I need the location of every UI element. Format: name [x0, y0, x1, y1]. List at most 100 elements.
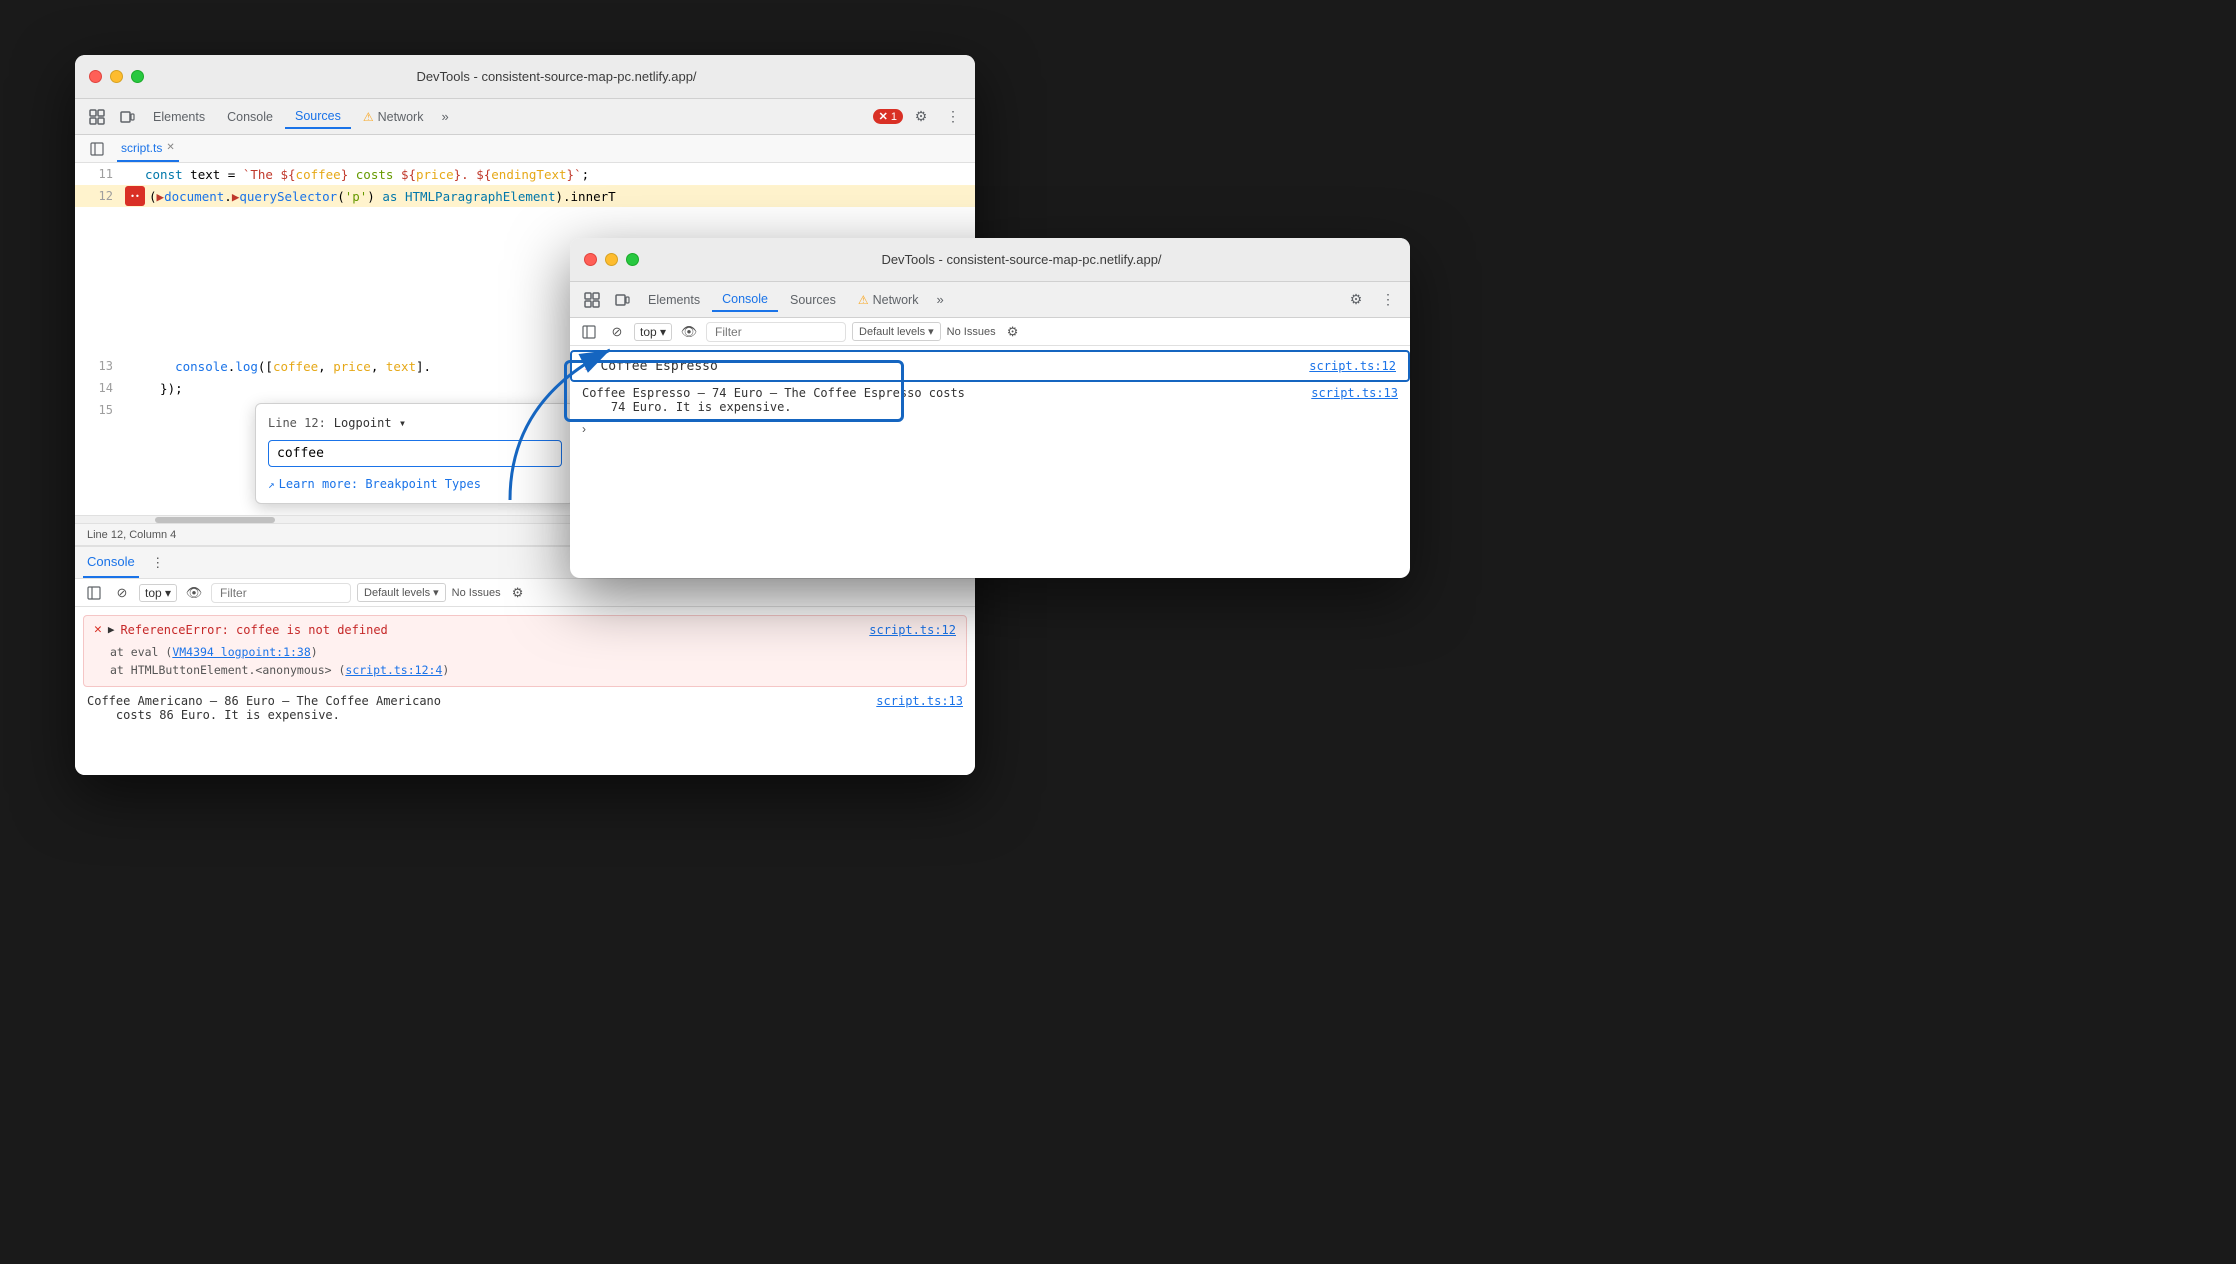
- maximize-button-front[interactable]: [626, 253, 639, 266]
- window-title-front: DevTools - consistent-source-map-pc.netl…: [647, 252, 1396, 267]
- coffee-espresso-text: Coffee Espresso: [600, 359, 717, 374]
- log-link-americano[interactable]: script.ts:13: [876, 694, 963, 722]
- learn-more-link[interactable]: ↗ Learn more: Breakpoint Types: [268, 477, 562, 491]
- top-selector-front[interactable]: top ▾: [634, 323, 672, 341]
- bp-popup-header: Line 12: Logpoint ▾: [268, 416, 562, 430]
- file-close-icon[interactable]: ✕: [166, 142, 174, 153]
- status-line-col: Line 12, Column 4: [87, 529, 176, 541]
- devtools-tabs-front: Elements Console Sources ⚠ Network » ⚙ ⋮: [570, 282, 1410, 318]
- tab-more-back[interactable]: »: [435, 105, 454, 128]
- more-icon-front[interactable]: ⋮: [1374, 286, 1402, 314]
- filter-input-back[interactable]: [211, 583, 351, 603]
- coffee-espresso-content: ☕ Coffee Espresso: [584, 358, 718, 374]
- settings-icon-console-front[interactable]: ⚙: [1002, 321, 1024, 343]
- warning-icon-front: ⚠: [858, 293, 869, 307]
- error-circle-icon: ✕: [94, 622, 102, 637]
- inspector-icon[interactable]: [83, 103, 111, 131]
- bp-line-label: Line 12:: [268, 416, 326, 430]
- device-icon[interactable]: [113, 103, 141, 131]
- bp-type-select[interactable]: Logpoint ▾: [334, 416, 406, 430]
- close-button-back[interactable]: [89, 70, 102, 83]
- titlebar-back: DevTools - consistent-source-map-pc.netl…: [75, 55, 975, 99]
- error-stack: at eval (VM4394 logpoint:1:38) at HTMLBu…: [94, 643, 449, 680]
- sidebar-toggle-icon[interactable]: [83, 135, 111, 163]
- levels-button-back[interactable]: Default levels ▾: [357, 583, 446, 602]
- console-output-back: ✕ ▶ ReferenceError: coffee is not define…: [75, 607, 975, 775]
- console-more-icon[interactable]: ⋮: [147, 552, 169, 574]
- console-filter-row-back: ⊘ top ▾ 👁 Default levels ▾ No Issues ⚙: [75, 579, 975, 607]
- more-icon-back[interactable]: ⋮: [939, 103, 967, 131]
- breakpoint-popup: Line 12: Logpoint ▾ ↗ Learn more: Breakp…: [255, 403, 575, 504]
- tab-network-front[interactable]: ⚠ Network: [848, 289, 929, 311]
- levels-button-front[interactable]: Default levels ▾: [852, 322, 941, 341]
- tab-console-back[interactable]: Console: [217, 106, 283, 128]
- eye-icon-back[interactable]: 👁: [183, 582, 205, 604]
- log-entry-americano: Coffee Americano – 86 Euro – The Coffee …: [75, 691, 975, 725]
- coffee-espresso-log-link[interactable]: script.ts:13: [1311, 386, 1398, 400]
- error-message: ReferenceError: coffee is not defined: [120, 623, 863, 637]
- tab-elements-back[interactable]: Elements: [143, 106, 215, 128]
- tab-right-back: ✕ 1 ⚙ ⋮: [873, 103, 967, 131]
- breakpoint-marker: ••: [125, 186, 145, 206]
- warning-icon-back: ⚠: [363, 110, 374, 124]
- stack-line-2: at HTMLButtonElement.<anonymous> (script…: [110, 661, 449, 679]
- devtools-tabs-back: Elements Console Sources ⚠ Network » ✕ 1…: [75, 99, 975, 135]
- bp-expression-input[interactable]: [268, 440, 562, 467]
- front-console-output: ☕ Coffee Espresso script.ts:12 Coffee Es…: [570, 346, 1410, 578]
- error-badge-back[interactable]: ✕ 1: [873, 109, 903, 124]
- log-entry-americano-content: Coffee Americano – 86 Euro – The Coffee …: [87, 694, 963, 722]
- console-filter-row-front: ⊘ top ▾ 👁 Default levels ▾ No Issues ⚙: [570, 318, 1410, 346]
- external-link-icon: ↗: [268, 478, 275, 491]
- error-header: ✕ ▶ ReferenceError: coffee is not define…: [94, 622, 956, 637]
- vm-link[interactable]: VM4394 logpoint:1:38: [172, 645, 310, 659]
- coffee-espresso-log-entry: Coffee Espresso – 74 Euro – The Coffee E…: [570, 382, 1410, 418]
- settings-icon-front[interactable]: ⚙: [1342, 286, 1370, 314]
- tab-console-front[interactable]: Console: [712, 288, 778, 312]
- script-stack-link[interactable]: script.ts:12:4: [345, 663, 442, 677]
- eye-icon-front[interactable]: 👁: [678, 321, 700, 343]
- file-tab-script[interactable]: script.ts ✕: [117, 135, 179, 162]
- code-line-11: 11 const text = `The ${coffee} costs ${p…: [75, 163, 975, 185]
- tab-more-front[interactable]: »: [930, 288, 949, 311]
- no-issues-back: No Issues: [452, 587, 501, 599]
- sidebar-icon-front[interactable]: [578, 321, 600, 343]
- tab-sources-front[interactable]: Sources: [780, 289, 846, 311]
- block-icon-front[interactable]: ⊘: [606, 321, 628, 343]
- sources-file-tabs: script.ts ✕: [75, 135, 975, 163]
- coffee-espresso-link[interactable]: script.ts:12: [1309, 359, 1396, 373]
- minimize-button-back[interactable]: [110, 70, 123, 83]
- file-tab-label: script.ts: [121, 141, 162, 155]
- inspector-icon-front[interactable]: [578, 286, 606, 314]
- tab-sources-back[interactable]: Sources: [285, 105, 351, 129]
- badge-x-icon: ✕: [879, 110, 888, 123]
- titlebar-front: DevTools - consistent-source-map-pc.netl…: [570, 238, 1410, 282]
- log-text-americano: Coffee Americano – 86 Euro – The Coffee …: [87, 694, 441, 722]
- device-icon-front[interactable]: [608, 286, 636, 314]
- error-entry: ✕ ▶ ReferenceError: coffee is not define…: [83, 615, 967, 687]
- error-link-script[interactable]: script.ts:12: [869, 623, 956, 637]
- no-issues-front: No Issues: [947, 326, 996, 338]
- error-expand-icon[interactable]: ▶: [108, 623, 115, 636]
- tab-network-back[interactable]: ⚠ Network: [353, 106, 434, 128]
- console-tab-label-back[interactable]: Console: [83, 547, 139, 578]
- coffee-emoji-icon: ☕: [584, 358, 592, 374]
- window-title-back: DevTools - consistent-source-map-pc.netl…: [152, 69, 961, 84]
- code-line-12: 12 •• (▶document.▶querySelector('p') as …: [75, 185, 975, 207]
- tab-right-front: ⚙ ⋮: [1342, 286, 1402, 314]
- settings-icon-console-back[interactable]: ⚙: [507, 582, 529, 604]
- sidebar-icon-back[interactable]: [83, 582, 105, 604]
- block-icon-back[interactable]: ⊘: [111, 582, 133, 604]
- maximize-button-back[interactable]: [131, 70, 144, 83]
- console-section-back: Console ⋮ ⊘ top ▾ 👁 Default levels ▾ No …: [75, 545, 975, 775]
- devtools-front-window: DevTools - consistent-source-map-pc.netl…: [570, 238, 1410, 578]
- chevron-icon-front[interactable]: ›: [570, 418, 1410, 440]
- minimize-button-front[interactable]: [605, 253, 618, 266]
- coffee-espresso-log-text: Coffee Espresso – 74 Euro – The Coffee E…: [582, 386, 1311, 414]
- stack-line-1: at eval (VM4394 logpoint:1:38): [110, 643, 449, 661]
- close-button-front[interactable]: [584, 253, 597, 266]
- settings-icon-back[interactable]: ⚙: [907, 103, 935, 131]
- tab-elements-front[interactable]: Elements: [638, 289, 710, 311]
- coffee-espresso-entry: ☕ Coffee Espresso script.ts:12: [570, 350, 1410, 382]
- top-selector-back[interactable]: top ▾: [139, 584, 177, 602]
- filter-input-front[interactable]: [706, 322, 846, 342]
